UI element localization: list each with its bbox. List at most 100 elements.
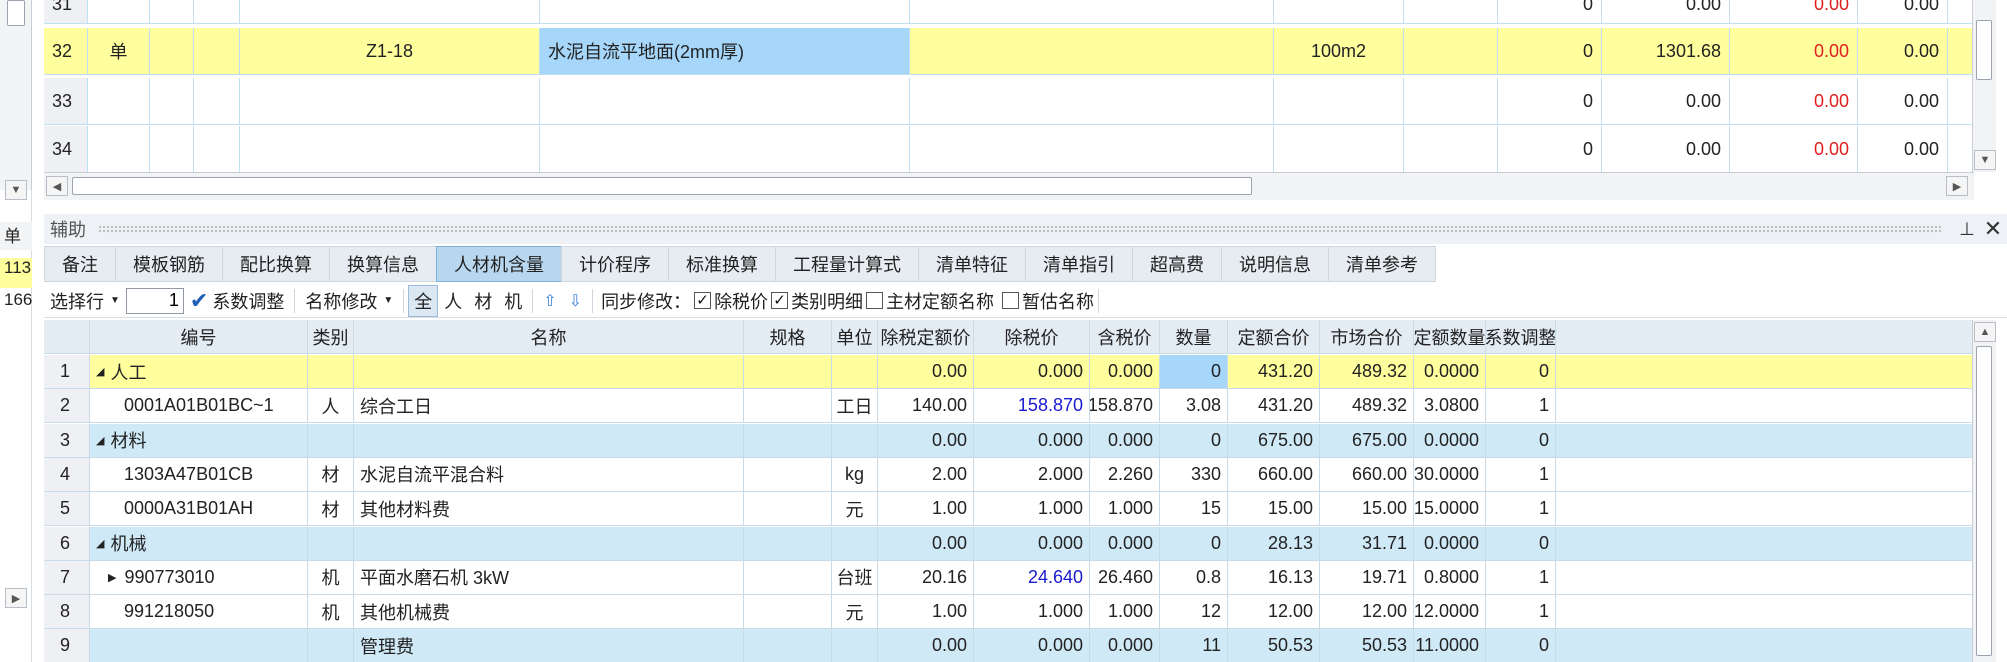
upper-row[interactable]: 34 0 0.00 0.00 0.00 — [44, 126, 1974, 173]
cell-spec[interactable] — [744, 629, 832, 662]
table-row[interactable]: 6 ◢ 机械 0.00 0.000 0.000 0 28.13 31.71 0.0000 0 — [44, 526, 1974, 561]
cell-code[interactable]: 1303A47B01CB — [90, 457, 308, 491]
cell-name[interactable]: 平面水磨石机 3kW — [354, 560, 744, 594]
cell-qty[interactable]: 3.08 — [1160, 389, 1228, 423]
cell-tax[interactable]: 1.000 — [1090, 595, 1160, 629]
pin-icon[interactable]: ⊥ — [1955, 219, 1979, 240]
cell-tax[interactable]: 0.000 — [1090, 355, 1160, 388]
filter-machine-button[interactable]: 机 — [498, 285, 528, 317]
cell-coef[interactable]: 1 — [1486, 492, 1556, 526]
upper-cell-last[interactable]: 0.00 — [1858, 126, 1948, 172]
cell-cat[interactable]: 机 — [308, 595, 354, 629]
upper-cell[interactable] — [194, 78, 240, 124]
table-row[interactable]: 3 ◢ 材料 0.00 0.000 0.000 0 675.00 675.00 0.0000 0 — [44, 423, 1974, 458]
upper-cell[interactable] — [910, 28, 1274, 74]
scroll-right-icon[interactable]: ▶ — [5, 588, 27, 608]
left-row-a[interactable]: 113 — [0, 258, 32, 288]
cell-unit[interactable] — [832, 629, 878, 662]
cell-coef[interactable]: 1 — [1486, 389, 1556, 423]
cell-base[interactable]: 0.00 — [878, 355, 974, 388]
cell-code[interactable] — [90, 629, 308, 662]
expand-triangle-icon[interactable]: ▶ — [108, 571, 116, 584]
cell-unit[interactable] — [832, 526, 878, 560]
cell-coef[interactable]: 0 — [1486, 629, 1556, 662]
cell-quota_qty[interactable]: 11.0000 — [1414, 629, 1486, 662]
cell-code[interactable]: ◢ 材料 — [90, 423, 308, 457]
lower-vscroll-thumb[interactable] — [1976, 346, 1992, 656]
upper-cell-name[interactable] — [540, 126, 910, 172]
cell-unit[interactable]: 元 — [832, 595, 878, 629]
column-header[interactable]: 市场合价 — [1320, 320, 1414, 353]
cell-cat[interactable] — [308, 629, 354, 662]
tab-1[interactable]: 模板钢筋 — [115, 246, 222, 282]
cell-base[interactable]: 0.00 — [878, 423, 974, 457]
cell-name[interactable] — [354, 423, 744, 457]
cell-num[interactable]: 7 — [44, 560, 90, 594]
upper-cell-type[interactable] — [88, 126, 150, 172]
cell-quota_total[interactable]: 50.53 — [1228, 629, 1320, 662]
upper-cell-red_val[interactable]: 0.00 — [1730, 78, 1858, 124]
cell-unit[interactable]: 工日 — [832, 389, 878, 423]
cell-market_total[interactable]: 489.32 — [1320, 389, 1414, 423]
upper-cell-code[interactable] — [240, 0, 540, 23]
upper-hscroll-thumb[interactable] — [72, 177, 1252, 195]
cell-qty[interactable]: 11 — [1160, 629, 1228, 662]
upper-cell[interactable] — [1404, 126, 1498, 172]
cell-num[interactable]: 1 — [44, 355, 90, 388]
upper-cell-name[interactable] — [540, 78, 910, 124]
cell-notax[interactable]: 0.000 — [974, 355, 1090, 388]
cell-num[interactable]: 3 — [44, 423, 90, 457]
upper-cell-red_val[interactable]: 0.00 — [1730, 28, 1858, 74]
tab-10[interactable]: 超高费 — [1132, 246, 1221, 282]
cell-spec[interactable] — [744, 457, 832, 491]
cell-market_total[interactable]: 15.00 — [1320, 492, 1414, 526]
cell-quota_qty[interactable]: 0.0000 — [1414, 526, 1486, 560]
upper-cell[interactable] — [150, 126, 194, 172]
upper-cell[interactable] — [194, 0, 240, 23]
upper-cell-num[interactable]: 31 — [44, 0, 88, 23]
name-modify-dropdown[interactable]: 名称修改 ▼ — [299, 285, 399, 317]
table-row[interactable]: 9 管理费 0.00 0.000 0.000 11 50.53 50.53 11.0000 0 — [44, 629, 1974, 662]
cell-unit[interactable]: kg — [832, 457, 878, 491]
upper-cell[interactable] — [1948, 28, 1974, 74]
cell-name[interactable]: 水泥自流平混合料 — [354, 457, 744, 491]
cell-qty[interactable]: 0 — [1160, 423, 1228, 457]
upper-cell-name[interactable]: 水泥自流平地面(2mm厚) — [540, 28, 910, 74]
filter-all-button[interactable]: 全 — [408, 284, 439, 317]
cell-quota_qty[interactable]: 0.0000 — [1414, 423, 1486, 457]
upper-cell-num[interactable]: 33 — [44, 78, 88, 124]
upper-cell-type[interactable] — [88, 78, 150, 124]
cell-base[interactable]: 1.00 — [878, 492, 974, 526]
cell-quota_qty[interactable]: 3.0800 — [1414, 389, 1486, 423]
upper-hscrollbar[interactable]: ◀ ▶ — [44, 172, 1974, 200]
cell-num[interactable]: 8 — [44, 595, 90, 629]
upper-cell-unit[interactable] — [1274, 0, 1404, 23]
column-header[interactable]: 除税价 — [974, 320, 1090, 353]
upper-vscroll-thumb[interactable] — [1976, 20, 1992, 80]
cell-quota_qty[interactable]: 0.0000 — [1414, 355, 1486, 388]
cell-empty[interactable] — [1556, 423, 1974, 457]
cell-base[interactable]: 1.00 — [878, 595, 974, 629]
tab-7[interactable]: 工程量计算式 — [775, 246, 918, 282]
upper-row[interactable]: 31 0 0.00 0.00 0.00 — [44, 0, 1974, 24]
notax-checkbox[interactable]: ✓ — [694, 292, 712, 309]
table-row[interactable]: 4 1303A47B01CB 材水泥自流平混合料 kg 2.00 2.000 2.260 33… — [44, 457, 1974, 492]
cell-empty[interactable] — [1556, 457, 1974, 491]
cell-market_total[interactable]: 489.32 — [1320, 355, 1414, 388]
collapse-triangle-icon[interactable]: ◢ — [96, 434, 104, 447]
column-header[interactable] — [44, 320, 90, 353]
filter-material-button[interactable]: 材 — [468, 285, 498, 317]
cell-base[interactable]: 0.00 — [878, 526, 974, 560]
cell-unit[interactable] — [832, 423, 878, 457]
upper-cell[interactable] — [910, 126, 1274, 172]
upper-cell[interactable] — [910, 78, 1274, 124]
filter-labor-button[interactable]: 人 — [438, 285, 468, 317]
cell-qty[interactable]: 12 — [1160, 595, 1228, 629]
cell-name[interactable]: 管理费 — [354, 629, 744, 662]
cell-spec[interactable] — [744, 595, 832, 629]
cell-notax[interactable]: 0.000 — [974, 526, 1090, 560]
upper-cell[interactable] — [1404, 28, 1498, 74]
cell-empty[interactable] — [1556, 389, 1974, 423]
table-row[interactable]: 5 0000A31B01AH 材其他材料费元 1.00 1.000 1.000 15 15.0… — [44, 492, 1974, 527]
cell-name[interactable]: 其他材料费 — [354, 492, 744, 526]
